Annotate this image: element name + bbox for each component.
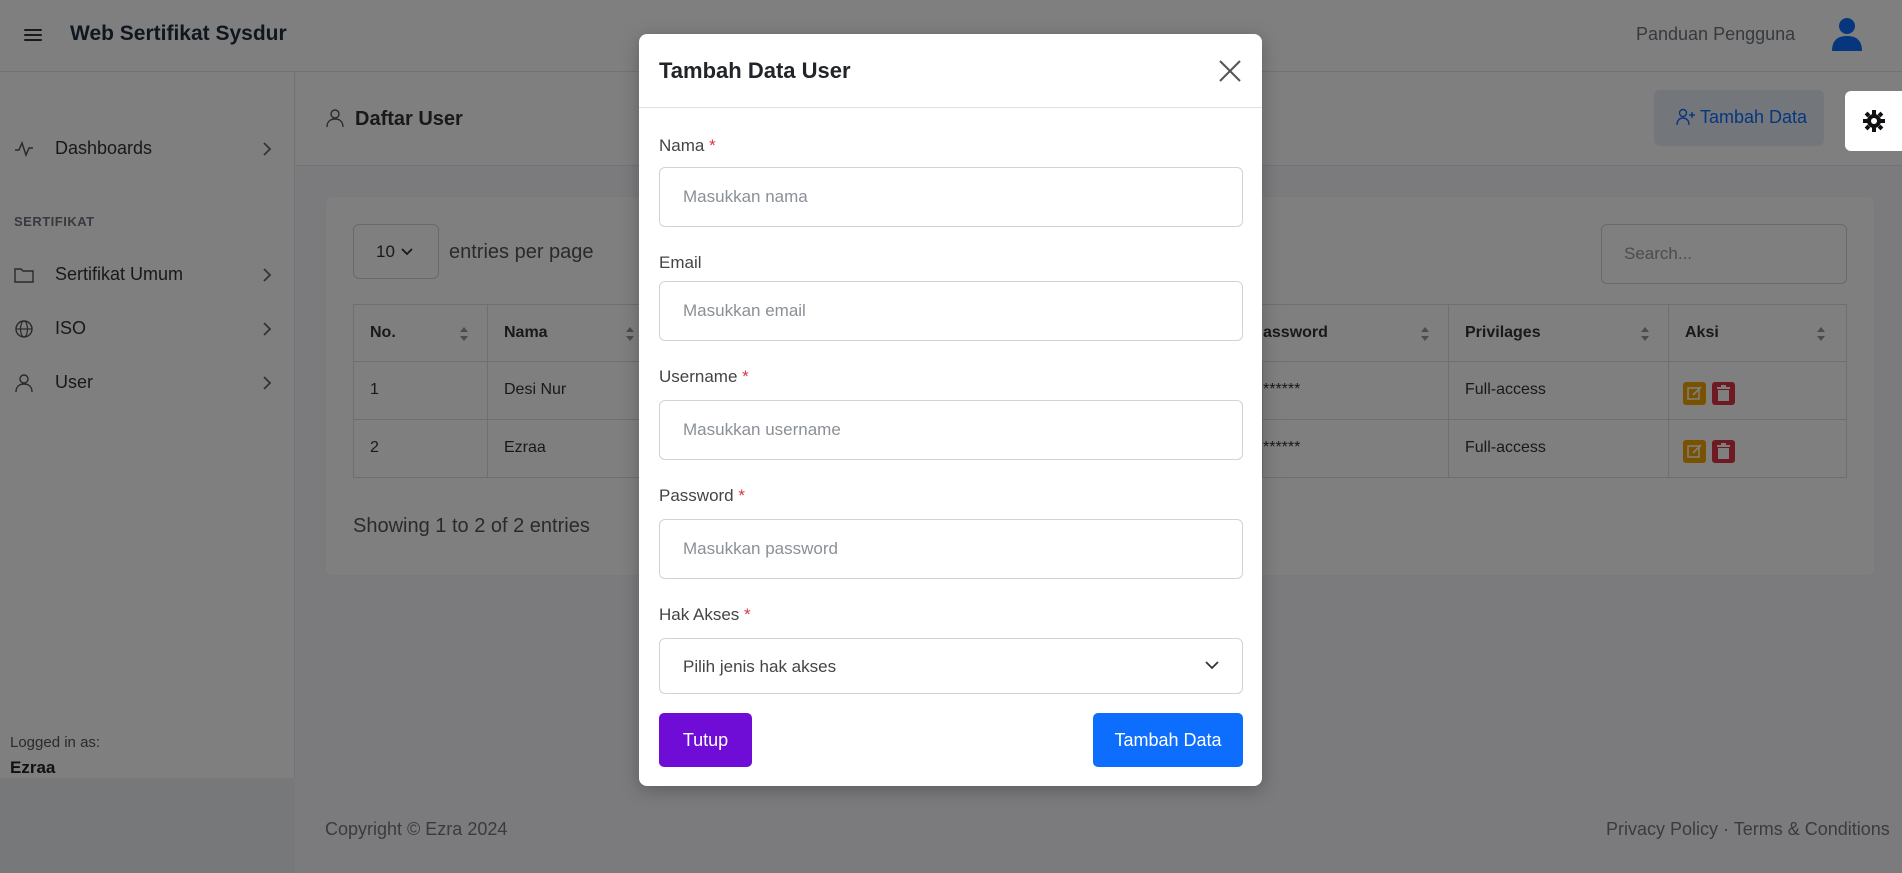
hak-akses-field-label: Hak Akses *: [659, 605, 751, 624]
close-button[interactable]: Tutup: [659, 713, 752, 767]
email-input[interactable]: [659, 281, 1243, 341]
required-marker: *: [742, 367, 749, 386]
settings-toggle[interactable]: [1845, 91, 1902, 151]
username-input[interactable]: [659, 400, 1243, 460]
username-field-label: Username *: [659, 367, 749, 386]
password-field-label: Password *: [659, 486, 745, 505]
nama-input[interactable]: [659, 167, 1243, 227]
hak-akses-selected-value: Pilih jenis hak akses: [683, 657, 837, 676]
modal-title: Tambah Data User: [659, 58, 851, 83]
close-icon[interactable]: [1217, 58, 1243, 84]
chevron-down-icon: [1205, 661, 1219, 670]
add-user-modal: Tambah Data User Nama * Email Username *…: [639, 34, 1262, 786]
required-marker: *: [738, 486, 745, 505]
nama-field-label: Nama *: [659, 136, 716, 155]
gear-icon: [1863, 110, 1885, 132]
modal-header: Tambah Data User: [639, 34, 1262, 108]
required-marker: *: [744, 605, 751, 624]
submit-add-data-button[interactable]: Tambah Data: [1093, 713, 1243, 767]
email-field-label: Email: [659, 253, 702, 272]
required-marker: *: [709, 136, 716, 155]
hak-akses-select[interactable]: Pilih jenis hak akses: [659, 638, 1243, 694]
password-input[interactable]: [659, 519, 1243, 579]
